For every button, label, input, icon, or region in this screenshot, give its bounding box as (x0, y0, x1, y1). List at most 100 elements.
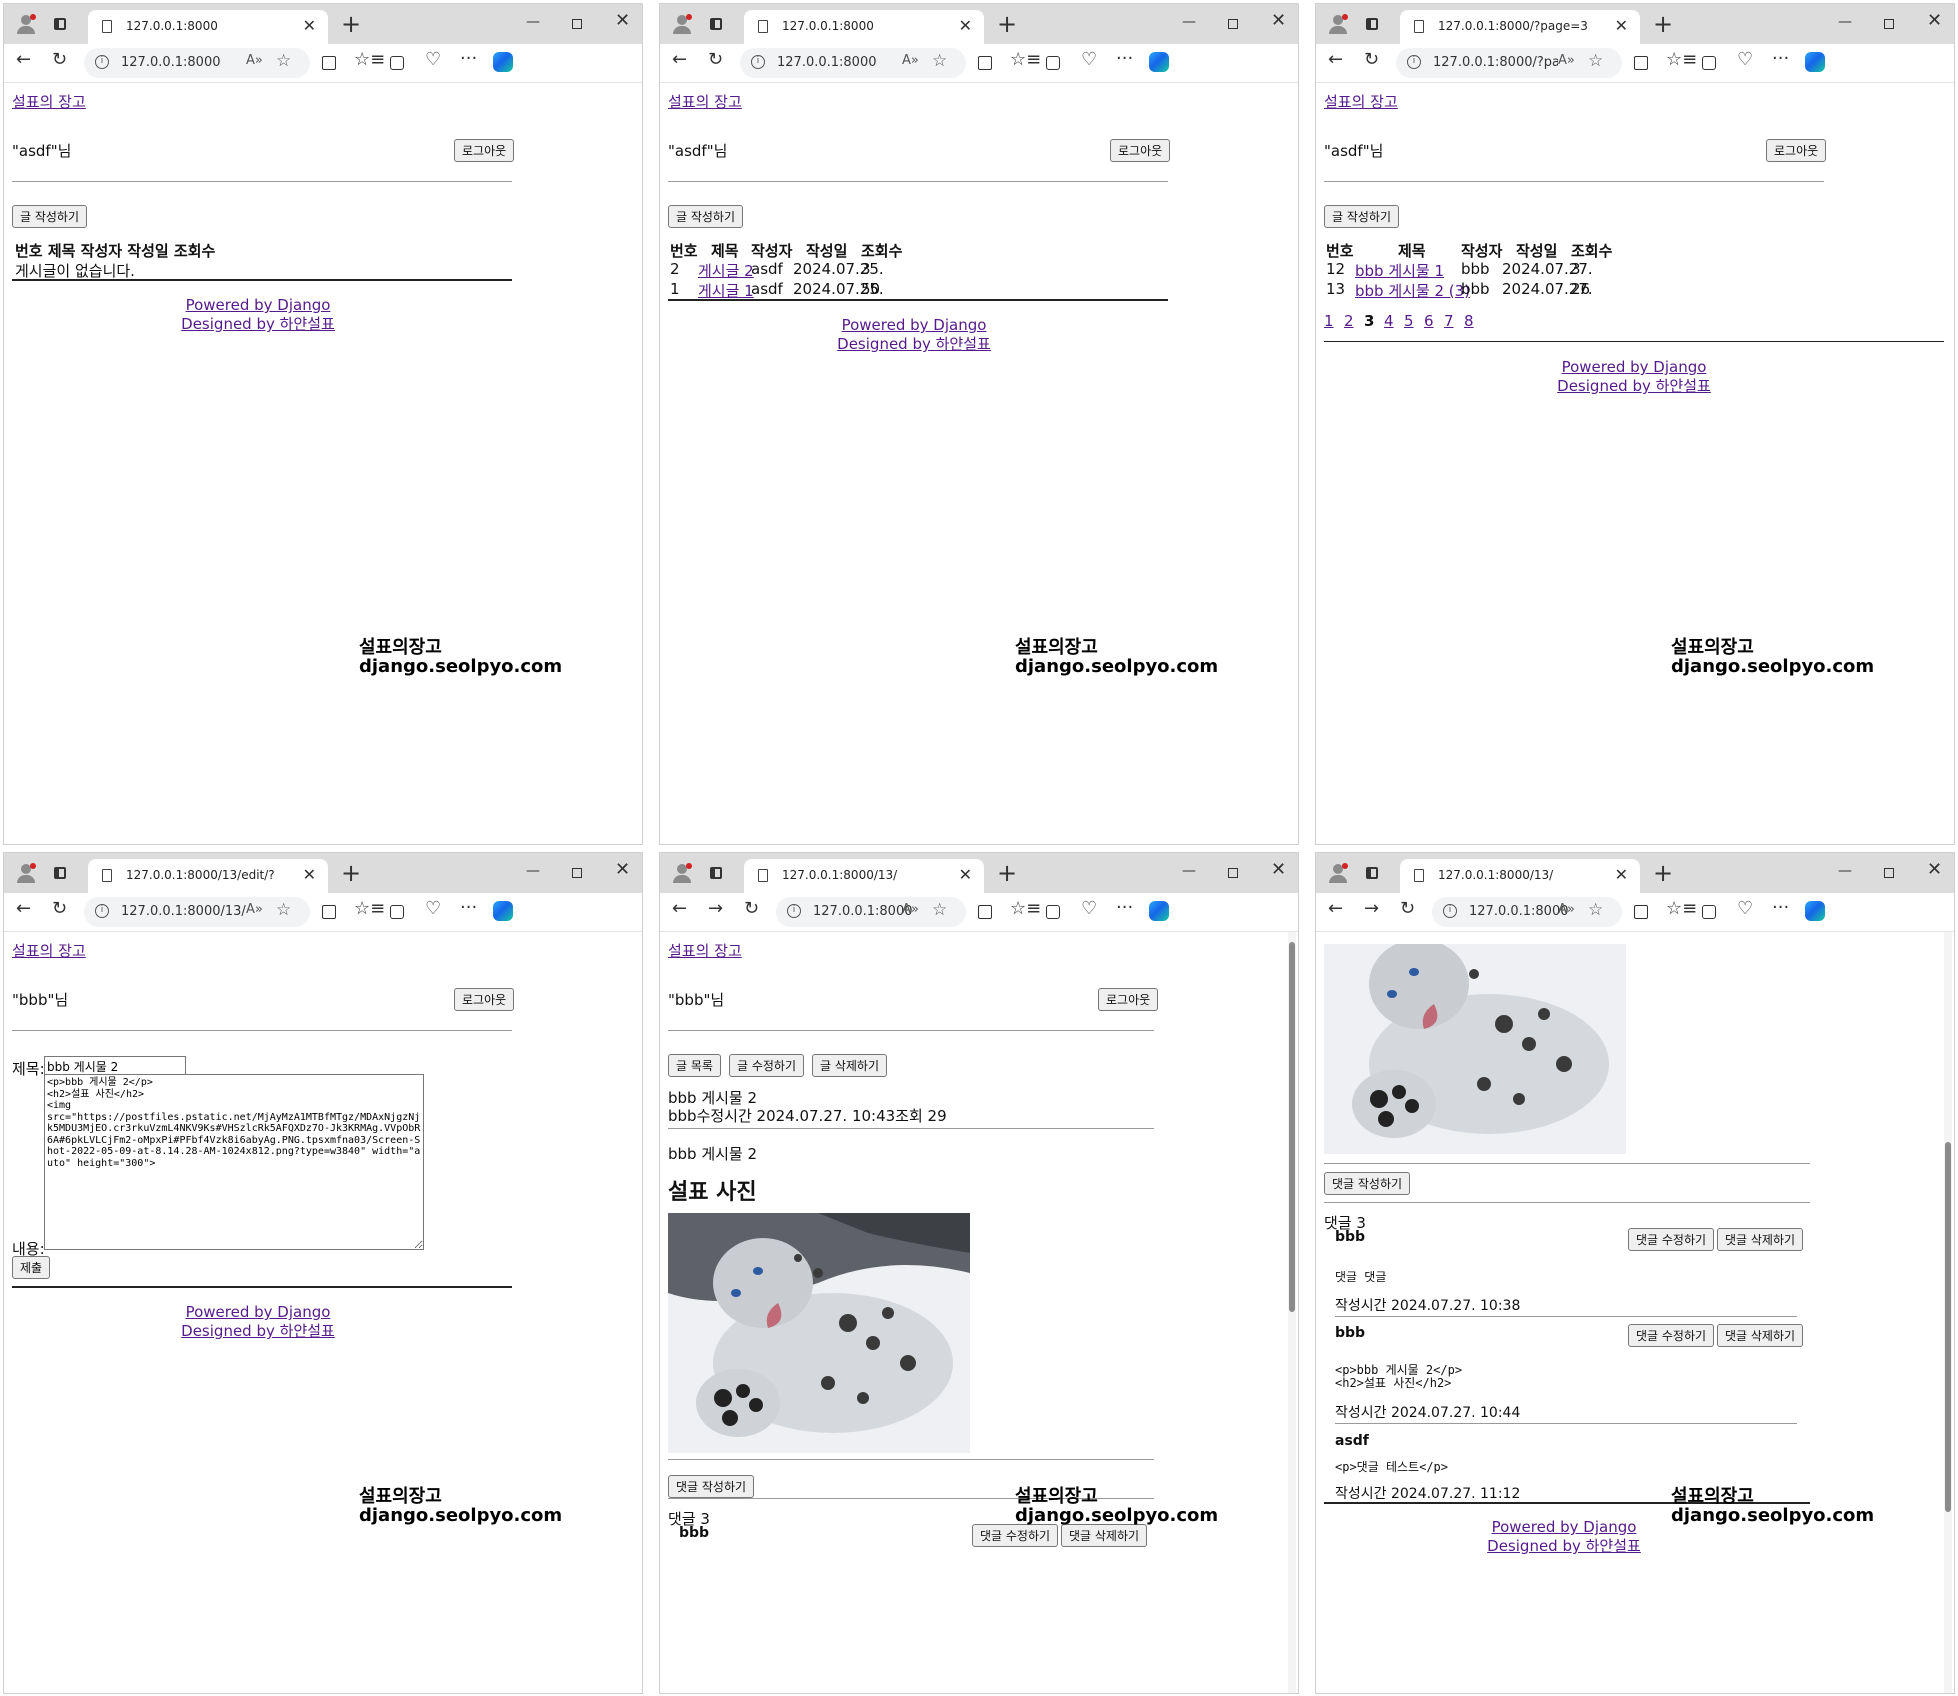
edit-post-button[interactable]: 글 수정하기 (729, 1054, 805, 1077)
collections-icon[interactable] (1046, 56, 1060, 70)
profile-icon[interactable] (1328, 14, 1348, 34)
back-arrow-icon[interactable]: ← (1328, 49, 1343, 70)
back-arrow-icon[interactable]: ← (16, 49, 31, 70)
powered-by-link[interactable]: Powered by Django (1562, 358, 1707, 376)
copilot-icon[interactable] (1149, 52, 1169, 72)
profile-icon[interactable] (672, 14, 692, 34)
browser-essentials-icon[interactable]: ♡ (1737, 49, 1753, 70)
minimize-icon[interactable]: — (1182, 863, 1196, 879)
delete-comment-button[interactable]: 댓글 삭제하기 (1717, 1324, 1804, 1347)
row-title-link[interactable]: 게시글 2 (698, 260, 754, 281)
profile-icon[interactable] (16, 14, 36, 34)
refresh-icon[interactable]: ↻ (708, 49, 723, 70)
logout-button[interactable]: 로그아웃 (1766, 139, 1827, 162)
browser-essentials-icon[interactable]: ♡ (1081, 898, 1097, 919)
refresh-icon[interactable]: ↻ (1400, 898, 1415, 919)
copilot-icon[interactable] (1149, 901, 1169, 921)
url-text[interactable]: 127.0.0.1:8000... (1469, 904, 1569, 919)
address-bar[interactable]: i 127.0.0.1:8000... A» ☆ (1432, 897, 1622, 927)
copilot-icon[interactable] (493, 52, 513, 72)
split-screen-icon[interactable] (322, 905, 336, 919)
browser-tab[interactable]: 127.0.0.1:8000/13/ ✕ (744, 859, 984, 893)
plus-icon[interactable]: + (341, 859, 361, 887)
window-close-icon[interactable]: ✕ (615, 10, 630, 31)
plus-icon[interactable]: + (1653, 10, 1673, 38)
browser-tab[interactable]: 127.0.0.1:8000 ✕ (744, 10, 984, 44)
plus-icon[interactable]: + (1653, 859, 1673, 887)
more-icon[interactable]: ··· (460, 897, 477, 918)
favorites-icon[interactable]: ☆≡ (354, 898, 385, 919)
more-icon[interactable]: ··· (460, 48, 477, 69)
write-comment-button[interactable]: 댓글 작성하기 (668, 1475, 755, 1498)
page-link[interactable]: 4 (1384, 312, 1394, 330)
window-close-icon[interactable]: ✕ (1271, 859, 1286, 880)
back-arrow-icon[interactable]: ← (672, 49, 687, 70)
back-arrow-icon[interactable]: ← (672, 898, 687, 919)
delete-comment-button[interactable]: 댓글 삭제하기 (1061, 1524, 1148, 1547)
split-screen-icon[interactable] (322, 56, 336, 70)
designed-by-link[interactable]: Designed by 하얀설표 (1487, 1537, 1641, 1555)
tab-actions-icon[interactable] (54, 18, 66, 30)
content-textarea[interactable]: <p>bbb 게시물 2</p> <h2>설표 사진</h2> <img src… (44, 1074, 424, 1250)
close-icon[interactable]: ✕ (959, 865, 972, 884)
window-close-icon[interactable]: ✕ (615, 859, 630, 880)
plus-icon[interactable]: + (341, 10, 361, 38)
more-icon[interactable]: ··· (1772, 897, 1789, 918)
copilot-icon[interactable] (1805, 52, 1825, 72)
home-link[interactable]: 설표의 장고 (668, 940, 742, 961)
info-icon[interactable]: i (787, 904, 801, 918)
page-link[interactable]: 2 (1344, 312, 1354, 330)
read-aloud-icon[interactable]: A» (902, 53, 919, 68)
page-link[interactable]: 5 (1404, 312, 1414, 330)
collections-icon[interactable] (390, 56, 404, 70)
minimize-icon[interactable]: — (526, 863, 540, 879)
more-icon[interactable]: ··· (1772, 48, 1789, 69)
star-icon[interactable]: ☆ (932, 51, 947, 71)
minimize-icon[interactable]: — (1182, 14, 1196, 30)
close-icon[interactable]: ✕ (959, 16, 972, 35)
minimize-icon[interactable]: — (1838, 14, 1852, 30)
url-text[interactable]: 127.0.0.1:8000 (777, 55, 902, 70)
row-title-link[interactable]: bbb 게시물 2 (3) (1355, 280, 1470, 301)
designed-by-link[interactable]: Designed by 하얀설표 (837, 335, 991, 353)
info-icon[interactable]: i (1443, 904, 1457, 918)
favorites-icon[interactable]: ☆≡ (1666, 898, 1697, 919)
url-text[interactable]: 127.0.0.1:8000/13/edi... (121, 904, 246, 919)
favorites-icon[interactable]: ☆≡ (1666, 49, 1697, 70)
write-comment-button[interactable]: 댓글 작성하기 (1324, 1172, 1411, 1195)
address-bar[interactable]: i 127.0.0.1:8000 A» ☆ (740, 48, 966, 78)
plus-icon[interactable]: + (997, 859, 1017, 887)
copilot-icon[interactable] (1805, 901, 1825, 921)
collections-icon[interactable] (390, 905, 404, 919)
favorites-icon[interactable]: ☆≡ (1010, 49, 1041, 70)
collections-icon[interactable] (1702, 905, 1716, 919)
read-aloud-icon[interactable]: A» (1558, 902, 1575, 917)
maximize-icon[interactable] (1228, 19, 1238, 29)
tab-actions-icon[interactable] (1366, 18, 1378, 30)
address-bar[interactable]: i 127.0.0.1:8000/?page... A» ☆ (1396, 48, 1622, 78)
powered-by-link[interactable]: Powered by Django (842, 316, 987, 334)
logout-button[interactable]: 로그아웃 (1110, 139, 1171, 162)
home-link[interactable]: 설표의 장고 (12, 91, 86, 112)
vertical-scrollbar[interactable] (1288, 932, 1296, 1693)
tab-actions-icon[interactable] (1366, 867, 1378, 879)
delete-comment-button[interactable]: 댓글 삭제하기 (1717, 1228, 1804, 1251)
maximize-icon[interactable] (1228, 868, 1238, 878)
browser-essentials-icon[interactable]: ♡ (425, 49, 441, 70)
home-link[interactable]: 설표의 장고 (12, 940, 86, 961)
powered-by-link[interactable]: Powered by Django (186, 296, 331, 314)
profile-icon[interactable] (16, 863, 36, 883)
tab-actions-icon[interactable] (54, 867, 66, 879)
browser-essentials-icon[interactable]: ♡ (1737, 898, 1753, 919)
split-screen-icon[interactable] (1634, 905, 1648, 919)
post-list-button[interactable]: 글 목록 (668, 1054, 721, 1077)
delete-post-button[interactable]: 글 삭제하기 (812, 1054, 888, 1077)
edit-comment-button[interactable]: 댓글 수정하기 (1628, 1228, 1715, 1251)
read-aloud-icon[interactable]: A» (902, 902, 919, 917)
powered-by-link[interactable]: Powered by Django (1492, 1518, 1637, 1536)
plus-icon[interactable]: + (997, 10, 1017, 38)
read-aloud-icon[interactable]: A» (246, 902, 263, 917)
info-icon[interactable]: i (95, 55, 109, 69)
browser-tab[interactable]: 127.0.0.1:8000/?page=3 ✕ (1400, 10, 1640, 44)
profile-icon[interactable] (1328, 863, 1348, 883)
